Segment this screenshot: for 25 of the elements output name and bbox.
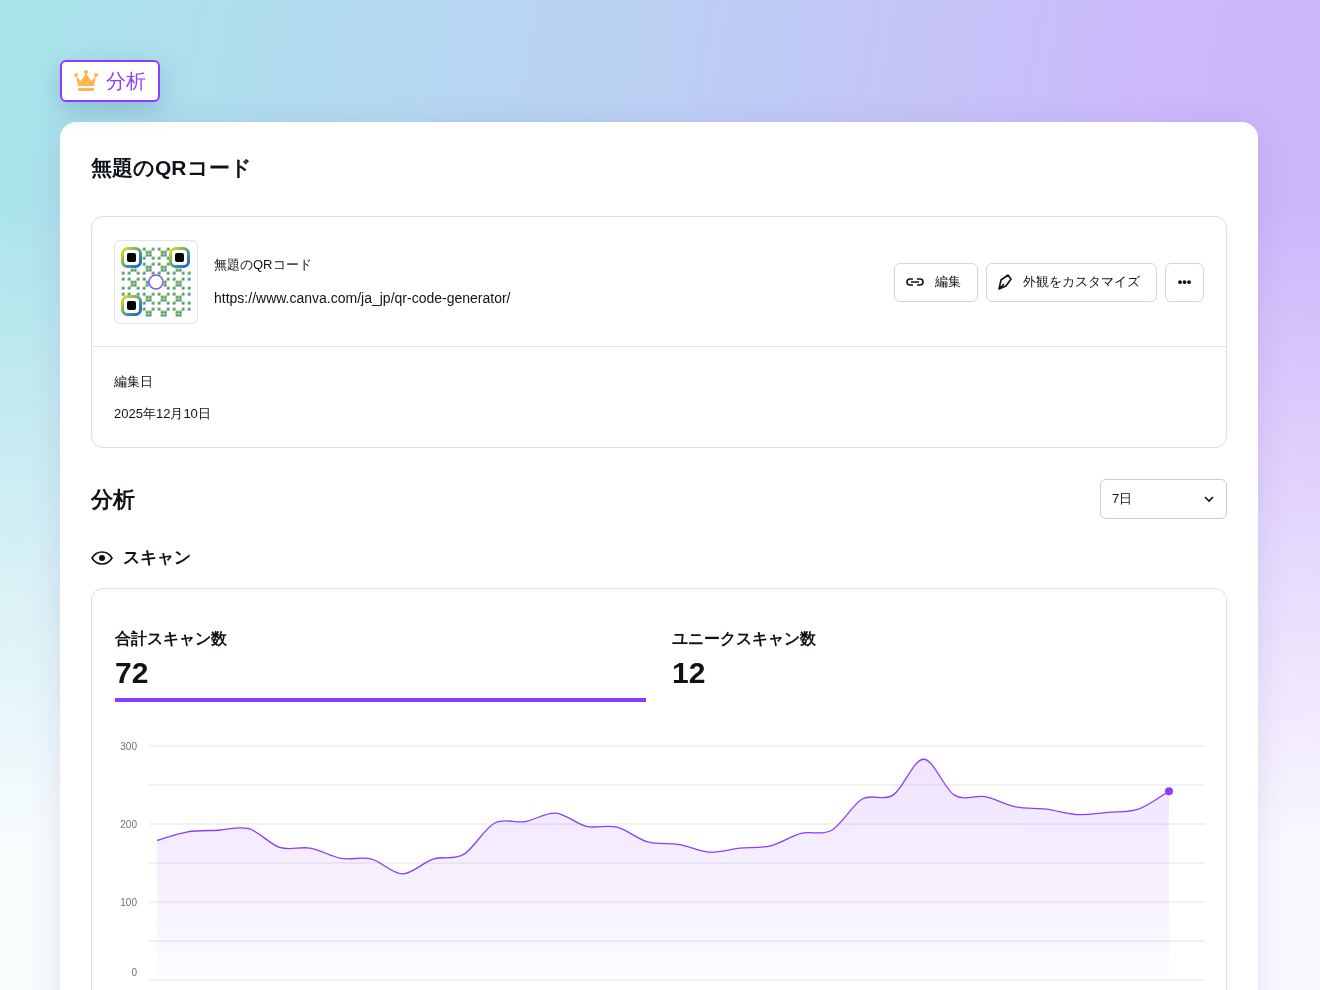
- y-axis-label: 200: [120, 818, 137, 830]
- pen-icon: [997, 273, 1013, 291]
- analytics-badge: 分析: [60, 60, 160, 102]
- chart-point: [1165, 786, 1173, 795]
- link-icon: [905, 275, 925, 289]
- stat-tab[interactable]: 合計スキャン数 72: [115, 626, 646, 702]
- page-title: 無題のQRコード: [91, 155, 253, 181]
- qr-name: 無題のQRコード: [214, 256, 313, 275]
- more-button[interactable]: •••: [1165, 262, 1204, 302]
- y-axis-label: 0: [131, 966, 137, 978]
- qr-code-image: [121, 247, 191, 317]
- customize-button[interactable]: 外観をカスタマイズ: [986, 262, 1157, 302]
- analytics-heading: 分析: [91, 485, 135, 514]
- edited-date: 2025年12月10日: [114, 404, 212, 423]
- edited-label: 編集日: [114, 373, 154, 391]
- eye-icon: [91, 550, 113, 565]
- edit-button[interactable]: 編集: [894, 262, 978, 302]
- crown-icon: [74, 70, 98, 92]
- period-dropdown[interactable]: 7日: [1100, 479, 1227, 519]
- section-heading: スキャン: [123, 547, 191, 569]
- y-axis-label: 100: [120, 896, 137, 908]
- qr-url: https://www.canva.com/ja_jp/qr-code-generator/: [214, 288, 511, 308]
- stat-tab[interactable]: ユニークスキャン数 12: [672, 626, 1203, 702]
- y-axis-label: 300: [120, 740, 137, 752]
- chevron-down-icon: [1203, 495, 1215, 503]
